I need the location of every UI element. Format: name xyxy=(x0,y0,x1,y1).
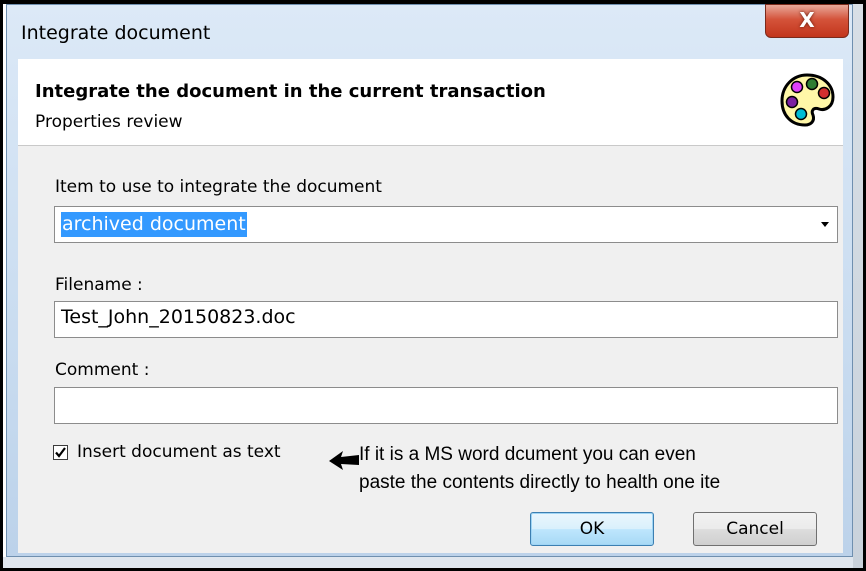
bottom-strip xyxy=(3,557,853,568)
dialog-window: Integrate document X Integrate the docum… xyxy=(6,4,853,557)
filename-value: Test_John_20150823.doc xyxy=(61,306,296,328)
chevron-down-icon[interactable] xyxy=(821,222,829,227)
comment-label: Comment : xyxy=(55,360,150,380)
insert-as-text-checkbox[interactable] xyxy=(53,445,68,460)
close-button[interactable]: X xyxy=(765,4,849,38)
item-combobox-value: archived document xyxy=(61,212,247,237)
filename-field[interactable]: Test_John_20150823.doc xyxy=(54,301,838,338)
dialog-header: Integrate the document in the current tr… xyxy=(18,59,843,146)
frame-top xyxy=(0,0,866,4)
palette-icon xyxy=(780,73,835,127)
frame-left xyxy=(0,0,3,571)
ok-button[interactable]: OK xyxy=(530,512,654,546)
header-title: Integrate the document in the current tr… xyxy=(35,81,546,102)
annotation-line-1: If it is a MS word dcument you can even xyxy=(359,444,696,465)
insert-as-text-label[interactable]: Insert document as text xyxy=(77,442,281,462)
cancel-button[interactable]: Cancel xyxy=(693,512,817,546)
window-shadow xyxy=(853,0,863,571)
annotation-line-2: paste the contents directly to health on… xyxy=(359,472,721,493)
annotation-text: If it is a MS word dcument you can even … xyxy=(359,441,720,497)
check-icon xyxy=(55,447,66,458)
item-combobox[interactable]: archived document xyxy=(54,206,838,243)
window-title: Integrate document xyxy=(21,22,211,44)
item-label: Item to use to integrate the document xyxy=(55,177,382,197)
filename-label: Filename : xyxy=(55,275,143,295)
arrow-left-icon xyxy=(329,451,359,470)
header-subtitle: Properties review xyxy=(35,112,183,132)
close-icon: X xyxy=(799,8,815,32)
comment-field[interactable] xyxy=(54,387,838,424)
